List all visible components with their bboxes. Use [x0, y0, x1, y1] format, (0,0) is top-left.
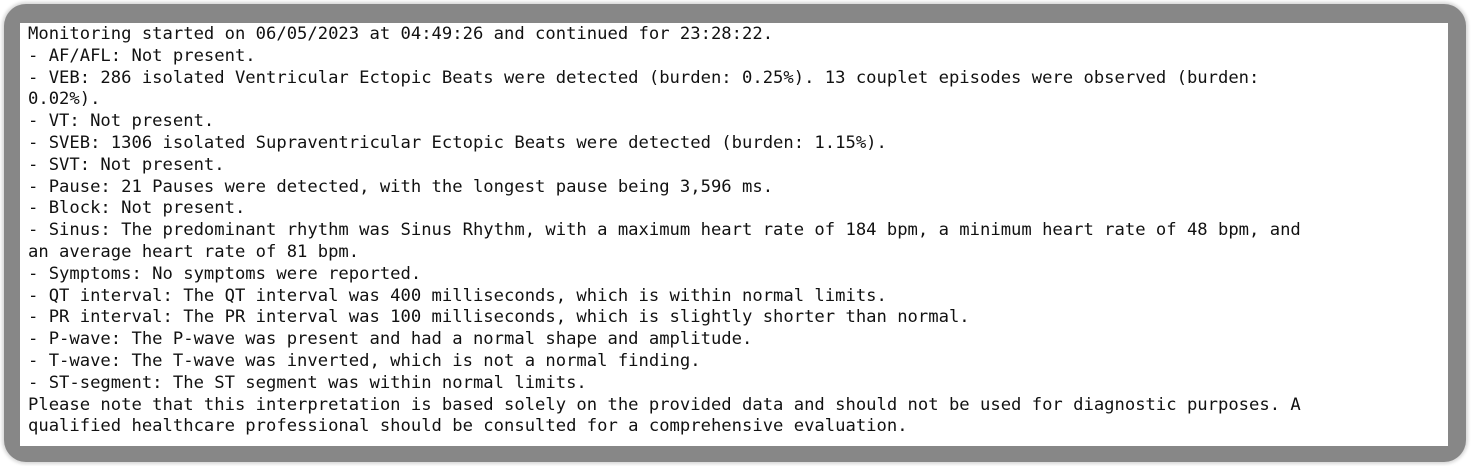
af-afl-line: - AF/AFL: Not present. — [28, 45, 256, 66]
veb-line: - VEB: 286 isolated Ventricular Ectopic … — [28, 67, 1260, 88]
sinus-line: - Sinus: The predominant rhythm was Sinu… — [28, 220, 1301, 241]
pr-interval-line: - PR interval: The PR interval was 100 m… — [28, 307, 970, 328]
monitoring-summary-line: Monitoring started on 06/05/2023 at 04:4… — [28, 24, 774, 44]
svt-line: - SVT: Not present. — [28, 154, 225, 175]
report-text: Monitoring started on 06/05/2023 at 04:4… — [28, 24, 1446, 438]
disclaimer-line: Please note that this interpretation is … — [28, 394, 1301, 415]
sveb-line: - SVEB: 1306 isolated Supraventricular E… — [28, 132, 887, 153]
disclaimer-line-continued: qualified healthcare professional should… — [28, 416, 908, 437]
t-wave-line: - T-wave: The T-wave was inverted, which… — [28, 350, 701, 371]
st-segment-line: - ST-segment: The ST segment was within … — [28, 372, 587, 393]
symptoms-line: - Symptoms: No symptoms were reported. — [28, 263, 422, 284]
sinus-line-continued: an average heart rate of 81 bpm. — [28, 241, 360, 262]
p-wave-line: - P-wave: The P-wave was present and had… — [28, 329, 753, 350]
qt-interval-line: - QT interval: The QT interval was 400 m… — [28, 285, 887, 306]
pause-line: - Pause: 21 Pauses were detected, with t… — [28, 176, 774, 197]
vt-line: - VT: Not present. — [28, 111, 215, 132]
veb-line-continued: 0.02%). — [28, 89, 101, 110]
block-line: - Block: Not present. — [28, 198, 246, 219]
